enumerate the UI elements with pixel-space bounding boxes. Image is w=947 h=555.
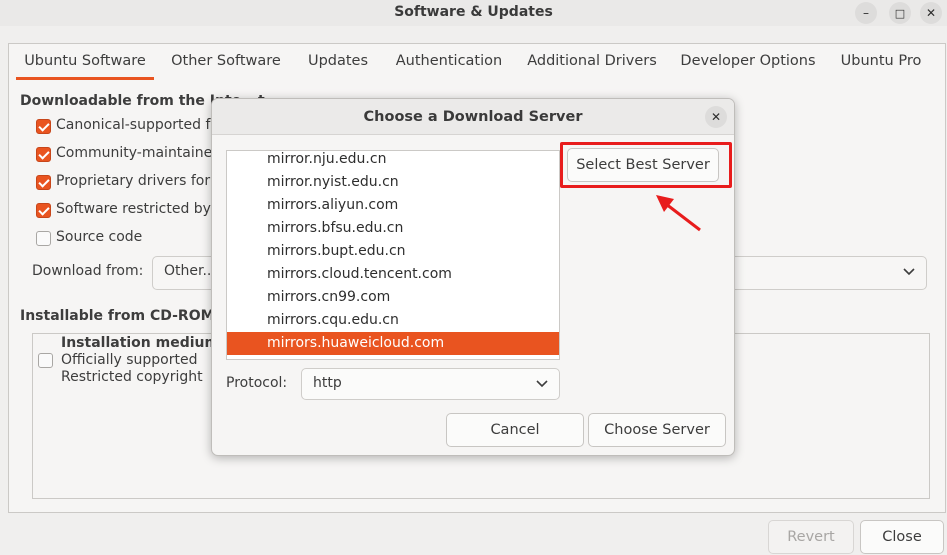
dialog-close-button[interactable]: ✕	[705, 106, 727, 128]
cancel-button[interactable]: Cancel	[446, 413, 584, 447]
tab-developer-options[interactable]: Developer Options	[674, 43, 822, 81]
revert-button[interactable]: Revert	[768, 520, 854, 554]
tab-authentication[interactable]: Authentication	[388, 43, 510, 81]
mirror-list[interactable]: mirror.nju.edu.cn mirror.nyist.edu.cn mi…	[226, 150, 560, 360]
maximize-icon: □	[894, 6, 906, 20]
downloadable-heading: Downloadable from the Inte	[20, 93, 242, 109]
checkbox-installation-medium[interactable]	[38, 353, 53, 368]
close-icon: ✕	[925, 6, 937, 20]
checkbox-community-label: Community-maintained	[56, 145, 222, 161]
checkbox-source-code[interactable]	[36, 231, 51, 246]
tab-additional-drivers[interactable]: Additional Drivers	[522, 43, 662, 81]
protocol-value: http	[313, 375, 342, 391]
mirror-item[interactable]: mirror.nju.edu.cn	[227, 151, 559, 171]
close-window-button[interactable]: ✕	[920, 2, 942, 24]
checkbox-proprietary[interactable]	[36, 175, 51, 190]
minimize-button[interactable]: –	[855, 2, 877, 24]
annotation-arrow-icon	[656, 195, 701, 232]
protocol-label: Protocol:	[226, 375, 288, 391]
mirror-item[interactable]: mirrors.bupt.edu.cn	[227, 240, 559, 263]
chevron-down-icon	[536, 380, 548, 388]
checkbox-community[interactable]	[36, 147, 51, 162]
mirror-item[interactable]: mirrors.bfsu.edu.cn	[227, 217, 559, 240]
active-tab-indicator	[16, 77, 154, 80]
download-from-value: Other...	[164, 263, 216, 279]
checkbox-restricted[interactable]	[36, 203, 51, 218]
maximize-button[interactable]: □	[889, 2, 911, 24]
mirror-item[interactable]: mirrors.aliyun.com	[227, 194, 559, 217]
tab-other-software[interactable]: Other Software	[162, 43, 290, 81]
minimize-icon: –	[863, 6, 869, 20]
installation-medium-line2: Restricted copyright	[61, 369, 203, 385]
checkbox-restricted-label: Software restricted by c	[56, 201, 224, 217]
mirror-item-selected[interactable]: mirrors.huaweicloud.com	[227, 332, 559, 355]
checkbox-source-code-label: Source code	[56, 229, 143, 245]
installation-medium-title: Installation medium v	[61, 335, 234, 351]
tab-ubuntu-software[interactable]: Ubuntu Software	[16, 43, 154, 81]
checkbox-proprietary-label: Proprietary drivers for	[56, 173, 211, 189]
tab-ubuntu-pro[interactable]: Ubuntu Pro	[834, 43, 928, 81]
checkbox-canonical-label: Canonical-supported fr	[56, 117, 217, 133]
mirror-item[interactable]: mirror.nyist.edu.cn	[227, 171, 559, 194]
choose-server-button[interactable]: Choose Server	[588, 413, 726, 447]
installation-medium-line1: Officially supported	[61, 352, 198, 368]
dialog-title: Choose a Download Server	[363, 109, 583, 125]
chevron-down-icon	[903, 268, 915, 276]
window-title: Software & Updates	[394, 4, 553, 20]
installable-heading: Installable from CD-ROM/D	[20, 308, 232, 324]
mirror-item[interactable]: mirrors.cn99.com	[227, 286, 559, 309]
mirror-item[interactable]: mirrors.cqu.edu.cn	[227, 309, 559, 332]
annotation-highlight-box	[560, 142, 732, 188]
close-icon: ✕	[710, 110, 722, 124]
tab-updates[interactable]: Updates	[300, 43, 376, 81]
mirror-item[interactable]: mirrors.cloud.tencent.com	[227, 263, 559, 286]
close-button[interactable]: Close	[860, 520, 944, 554]
download-from-label: Download from:	[32, 263, 144, 279]
checkbox-canonical[interactable]	[36, 119, 51, 134]
